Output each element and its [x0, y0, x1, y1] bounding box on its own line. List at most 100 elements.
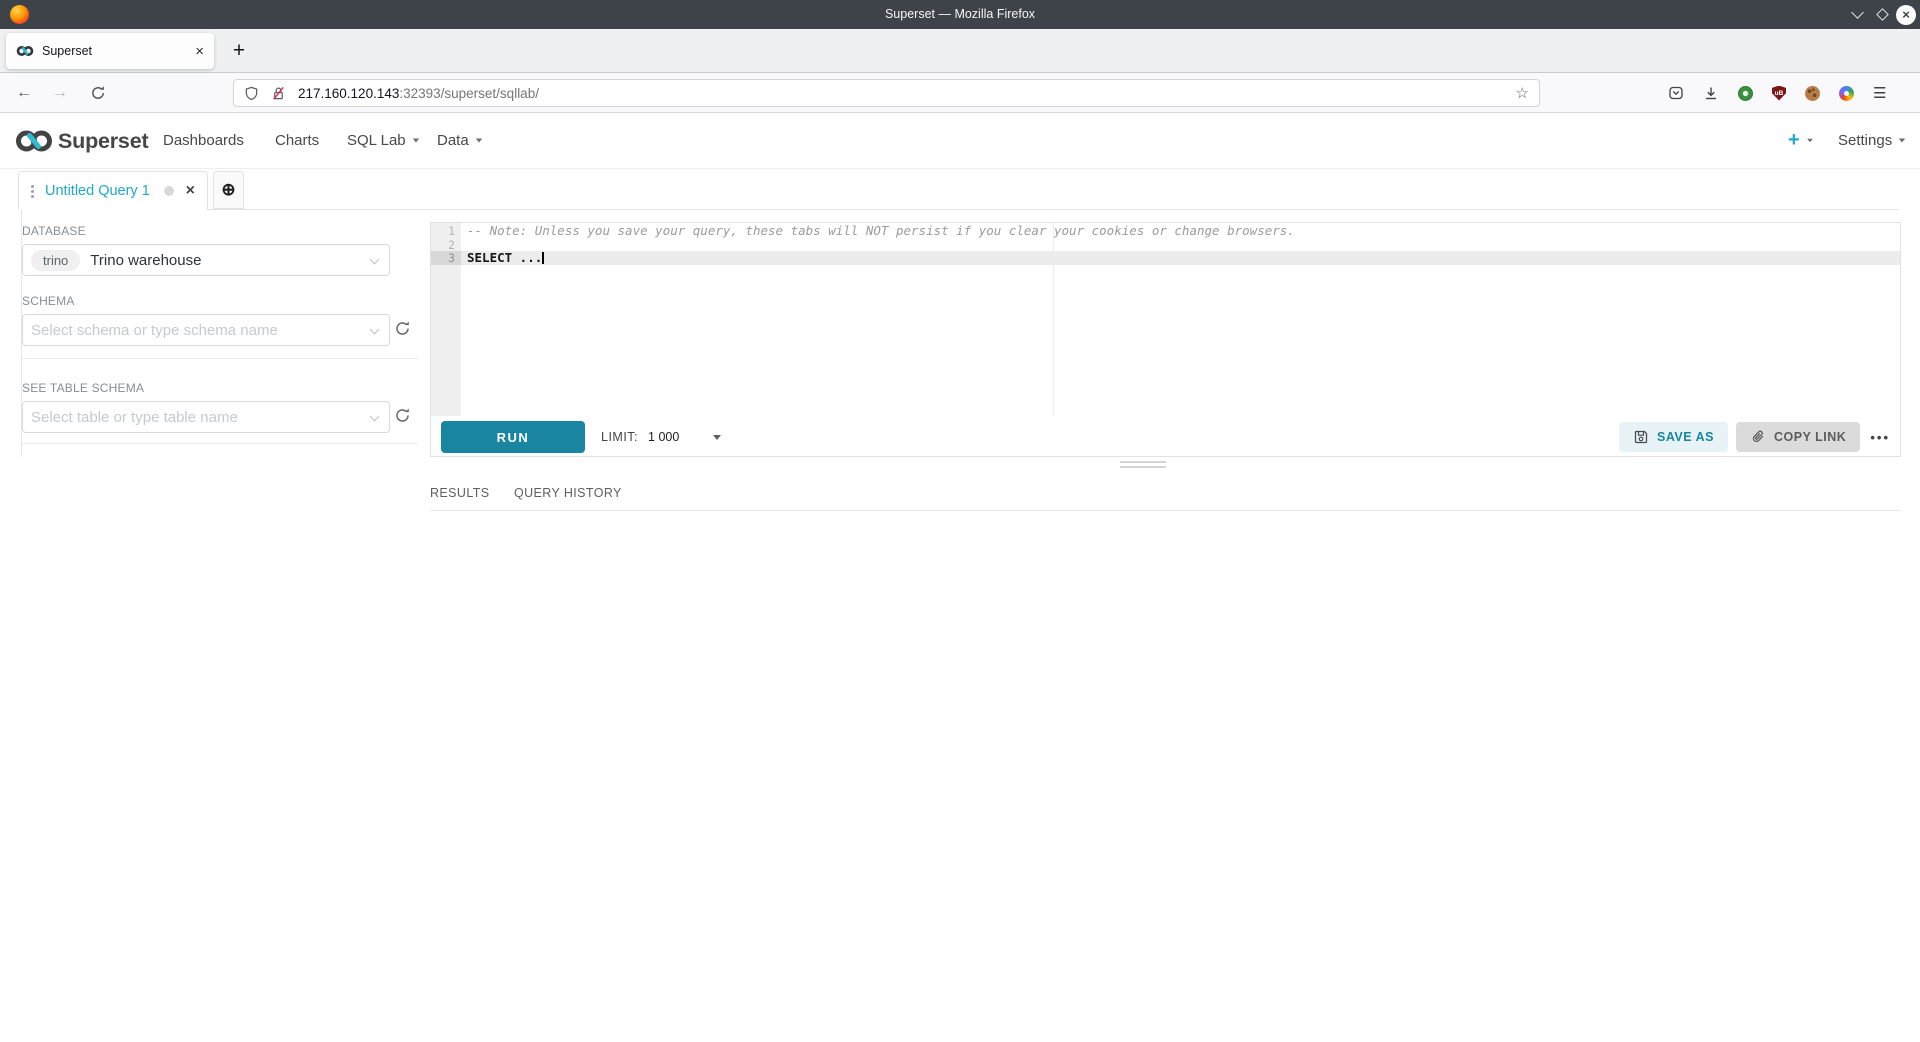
reload-icon	[90, 85, 106, 101]
limit-label: LIMIT:	[601, 430, 638, 444]
query-tab-title[interactable]: Untitled Query 1	[45, 183, 164, 199]
pocket-icon[interactable]	[1668, 85, 1684, 101]
new-tab-button[interactable]: +	[224, 36, 254, 66]
nav-sql-lab[interactable]: SQL Lab	[347, 132, 420, 149]
nav-sql-lab-label: SQL Lab	[347, 132, 406, 149]
chevron-down-icon	[370, 255, 380, 265]
nav-charts-label: Charts	[275, 132, 319, 149]
bookmark-star-icon[interactable]: ☆	[1516, 84, 1529, 102]
save-icon	[1633, 429, 1649, 445]
database-type-tag: trino	[31, 250, 80, 271]
more-actions-button[interactable]: •••	[1870, 430, 1890, 445]
database-select[interactable]: trino Trino warehouse	[22, 244, 390, 276]
refresh-icon	[394, 320, 411, 337]
tab-results[interactable]: RESULTS	[430, 486, 490, 500]
schema-select[interactable]	[22, 314, 390, 346]
limit-dropdown[interactable]: LIMIT: 1 000	[601, 430, 721, 444]
database-label: DATABASE	[22, 224, 86, 238]
browser-tab-superset[interactable]: Superset ×	[6, 33, 214, 69]
nav-settings[interactable]: Settings	[1838, 132, 1906, 149]
nav-dashboards-label: Dashboards	[163, 132, 244, 149]
window-maximize-button[interactable]	[1871, 0, 1893, 29]
copy-link-button[interactable]: COPY LINK	[1736, 422, 1860, 452]
url-bar[interactable]: 217.160.120.143 :32393/superset/sqllab/ …	[233, 79, 1540, 107]
chevron-down-icon	[370, 325, 380, 335]
tab-close-icon[interactable]: ×	[195, 44, 204, 59]
pane-splitter-handle[interactable]	[1120, 461, 1166, 471]
window-title: Superset — Mozilla Firefox	[0, 0, 1920, 29]
superset-logo-icon[interactable]	[14, 128, 54, 159]
cookie-extension-icon[interactable]	[1805, 86, 1820, 101]
chevron-down-icon	[370, 412, 380, 422]
sidebar-divider	[22, 443, 418, 444]
sql-rest: ...	[512, 250, 542, 265]
link-icon	[1750, 429, 1766, 445]
toolbar-extensions: uB ☰	[1668, 73, 1886, 113]
sql-comment-line: -- Note: Unless you save your query, the…	[467, 224, 1295, 238]
browser-tab-bar: Superset × +	[0, 29, 1920, 73]
query-status-dot	[164, 186, 174, 196]
downloads-icon[interactable]	[1703, 85, 1719, 101]
drag-handle-icon[interactable]	[31, 185, 34, 188]
database-name: Trino warehouse	[90, 252, 201, 269]
caret-down-icon	[1899, 139, 1905, 143]
nav-charts[interactable]: Charts	[275, 132, 319, 149]
window-minimize-button[interactable]	[1845, 0, 1869, 29]
query-tab-untitled-query-1[interactable]: Untitled Query 1 ×	[18, 171, 208, 210]
limit-value: 1 000	[648, 430, 679, 444]
caret-down-icon	[412, 139, 418, 143]
tab-query-history[interactable]: QUERY HISTORY	[514, 486, 622, 500]
add-query-tab-button[interactable]: ⊕	[213, 171, 244, 209]
caret-down-icon	[713, 435, 721, 440]
forward-button[interactable]: →	[52, 73, 68, 113]
sql-editor-pane: 1 2 3 -- Note: Unless you save your quer…	[430, 222, 1901, 457]
chevron-down-icon	[1851, 6, 1864, 19]
nav-data[interactable]: Data	[437, 132, 483, 149]
window-close-button[interactable]: ×	[1895, 0, 1917, 29]
url-path: :32393/superset/sqllab/	[399, 86, 539, 101]
sidebar-divider	[22, 358, 418, 359]
refresh-tables-button[interactable]	[394, 407, 411, 424]
diamond-icon	[1876, 8, 1889, 21]
splitter-line	[1120, 466, 1166, 468]
splitter-line	[1120, 461, 1166, 463]
run-query-button[interactable]: RUN	[441, 421, 585, 453]
insecure-lock-icon[interactable]	[271, 86, 286, 101]
refresh-schemas-button[interactable]	[394, 320, 411, 337]
editor-toolbar: RUN LIMIT: 1 000 SAVE AS COPY LINK	[431, 417, 1900, 457]
sql-statement-line: SELECT ...	[467, 251, 544, 265]
save-as-button[interactable]: SAVE AS	[1619, 422, 1728, 452]
privacy-extension-icon[interactable]	[1738, 86, 1753, 101]
nav-settings-label: Settings	[1838, 132, 1892, 149]
menu-icon[interactable]: ☰	[1873, 84, 1886, 102]
close-icon: ×	[1896, 5, 1916, 25]
line-number: 2	[431, 238, 455, 252]
nav-dashboards[interactable]: Dashboards	[163, 132, 244, 149]
line-number: 3	[431, 251, 455, 265]
print-margin-line	[1053, 223, 1054, 416]
add-new-button[interactable]: +	[1788, 129, 1814, 152]
url-host: 217.160.120.143	[298, 86, 399, 101]
table-select[interactable]	[22, 401, 390, 433]
refresh-icon	[394, 407, 411, 424]
text-cursor	[542, 252, 544, 264]
brand-name[interactable]: Superset	[58, 129, 148, 154]
sql-keyword: SELECT	[467, 250, 512, 265]
superset-favicon-icon	[16, 45, 34, 57]
schema-input[interactable]	[31, 322, 331, 339]
query-tab-close-icon[interactable]: ×	[186, 183, 195, 199]
sql-code-editor[interactable]: 1 2 3 -- Note: Unless you save your quer…	[431, 223, 1900, 416]
ublock-origin-icon[interactable]: uB	[1772, 86, 1786, 101]
superset-navbar: Superset Dashboards Charts SQL Lab Data …	[0, 113, 1920, 169]
window-titlebar: Superset — Mozilla Firefox ×	[0, 0, 1920, 29]
line-number: 1	[431, 224, 455, 238]
table-input[interactable]	[31, 409, 331, 426]
shield-icon[interactable]	[244, 86, 259, 101]
south-tabs-border	[430, 510, 1901, 511]
caret-down-icon	[1807, 139, 1813, 143]
browser-tab-title: Superset	[42, 44, 195, 58]
containers-extension-icon[interactable]	[1839, 86, 1854, 101]
back-button[interactable]: ←	[16, 73, 32, 113]
reload-button[interactable]	[90, 73, 106, 113]
copy-link-label: COPY LINK	[1774, 430, 1846, 444]
